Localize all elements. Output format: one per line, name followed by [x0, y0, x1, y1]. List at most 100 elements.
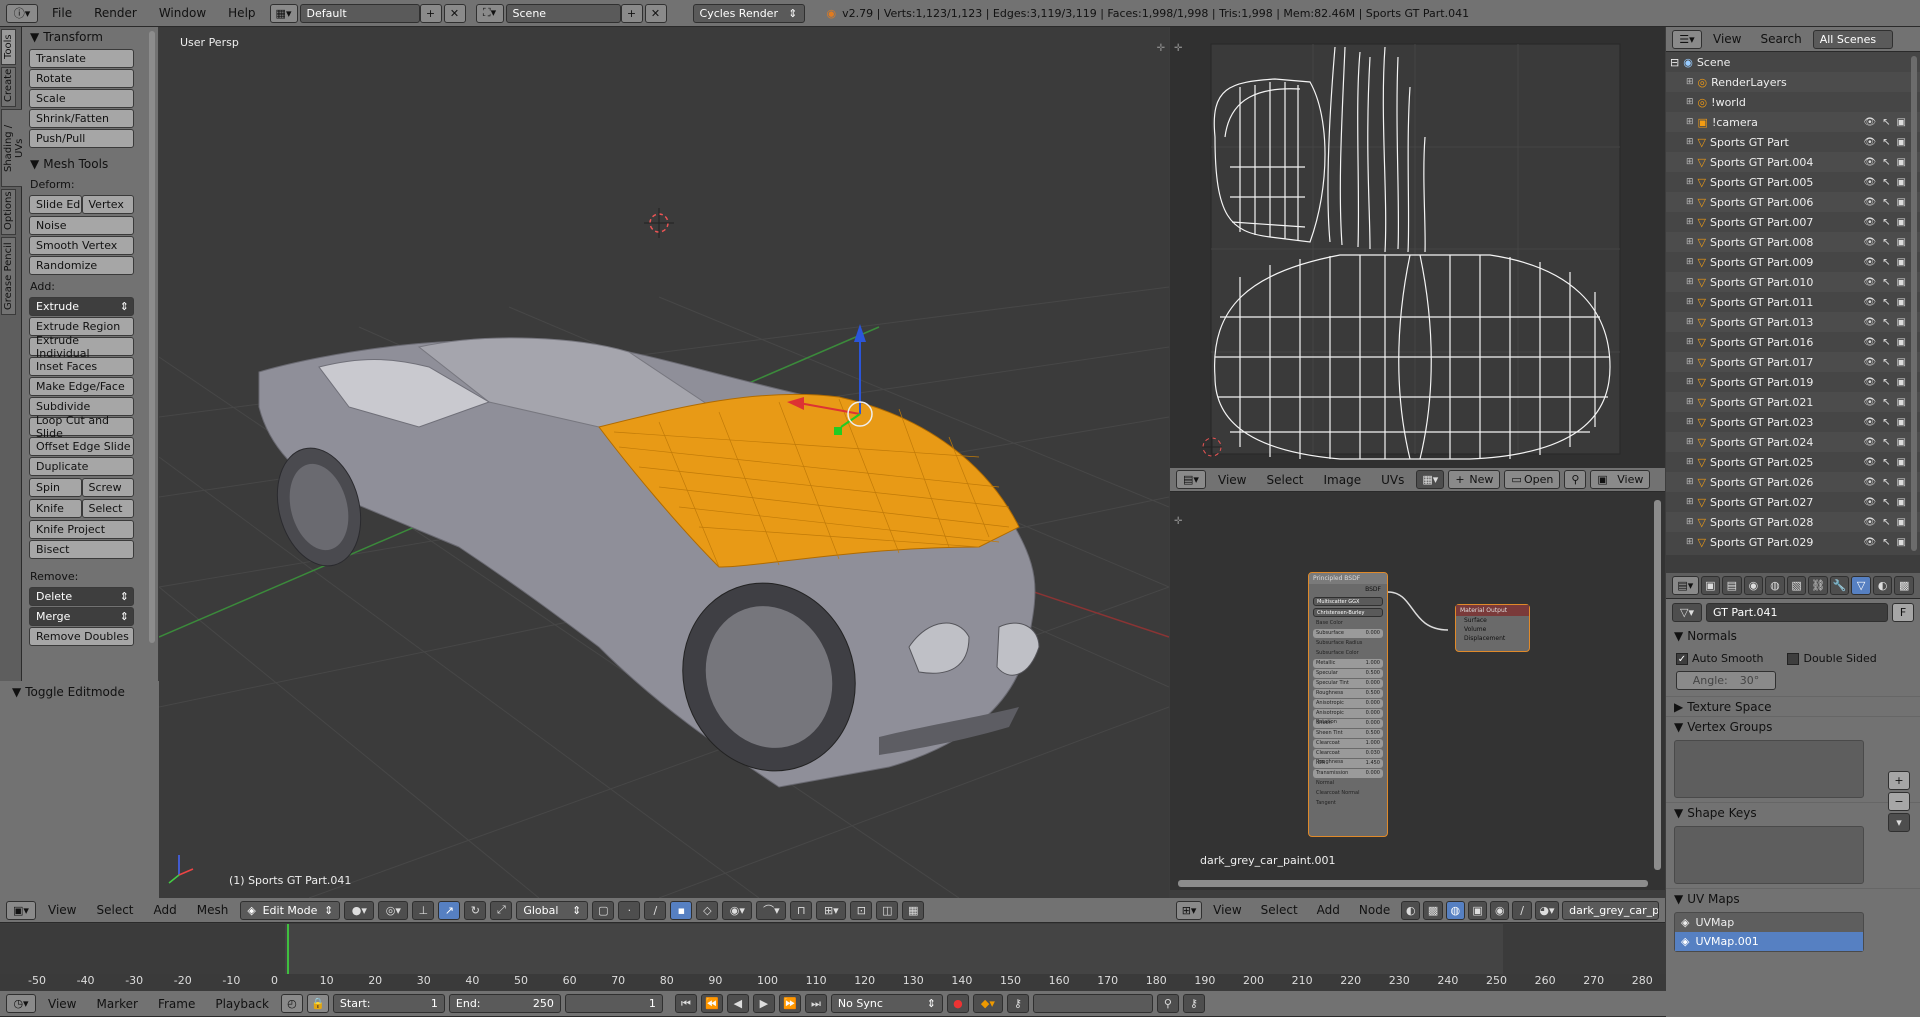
shading-mode-icon[interactable]: ●▾ — [344, 900, 375, 920]
renderable-camera-icon[interactable]: ▣ — [1897, 217, 1906, 228]
timeline-menu-marker[interactable]: Marker — [88, 997, 145, 1011]
expand-icon[interactable]: ⊞ — [1686, 397, 1694, 407]
expand-icon[interactable]: ⊞ — [1686, 297, 1694, 307]
mesh-data-icon[interactable]: ▽▾ — [1672, 603, 1702, 622]
push-pull-button[interactable]: Push/Pull — [29, 129, 134, 148]
visibility-eye-icon[interactable]: 👁 — [1863, 137, 1876, 148]
timeline-menu-view[interactable]: View — [40, 997, 84, 1011]
scene-tab-icon[interactable]: ◉ — [1743, 576, 1764, 595]
vertex-group-remove-icon[interactable]: − — [1888, 792, 1910, 811]
visibility-eye-icon[interactable]: 👁 — [1863, 457, 1876, 468]
selectable-arrow-icon[interactable]: ↖ — [1882, 177, 1890, 188]
key-insert-icon[interactable]: ⚲ — [1156, 994, 1179, 1013]
principled-field-row[interactable]: Clearcoat 1.000 — [1313, 739, 1383, 748]
selectable-arrow-icon[interactable]: ↖ — [1882, 437, 1890, 448]
principled-field-row[interactable]: Specular 0.500 — [1313, 669, 1383, 678]
mode-select[interactable]: ◈ Edit Mode ⇕ — [240, 900, 341, 920]
smooth-angle-field[interactable]: Angle: 30° — [1676, 671, 1776, 690]
render-engine-select[interactable]: Cycles Render ⇕ — [692, 3, 805, 23]
visibility-eye-icon[interactable]: 👁 — [1863, 257, 1876, 268]
double-sided-checkbox[interactable]: Double Sided — [1787, 652, 1877, 665]
loop-cut-button[interactable]: Loop Cut and Slide — [29, 414, 134, 440]
uv-image-editor[interactable]: ✛ — [1170, 27, 1665, 468]
principled-field-row[interactable]: Sheen 0.000 — [1313, 719, 1383, 728]
selectable-arrow-icon[interactable]: ↖ — [1882, 217, 1890, 228]
render-layers-tab-icon[interactable]: ▤ — [1722, 576, 1742, 595]
node-corner-plus-icon[interactable]: ✛ — [1174, 516, 1182, 527]
image-open-button[interactable]: ▭ Open — [1504, 470, 1561, 489]
remove-doubles-button[interactable]: Remove Doubles — [29, 627, 134, 646]
node-editor-type-icon[interactable]: ⊞▾ — [1176, 900, 1203, 920]
renderable-camera-icon[interactable]: ▣ — [1897, 317, 1906, 328]
play-reverse-icon[interactable]: ◀ — [726, 994, 749, 1013]
node-menu-node[interactable]: Node — [1351, 903, 1398, 917]
renderable-camera-icon[interactable]: ▣ — [1897, 457, 1906, 468]
object-shader-icon[interactable]: ▣ — [1467, 900, 1488, 920]
editor-type-cube-icon[interactable]: ▣▾ — [6, 900, 36, 920]
layer-icon[interactable]: ▢ — [592, 900, 615, 920]
timeline-menu-playback[interactable]: Playback — [207, 997, 277, 1011]
knife-button[interactable]: Knife — [29, 499, 82, 518]
remove-scene-icon[interactable]: ✕ — [644, 3, 667, 23]
selectable-arrow-icon[interactable]: ↖ — [1882, 457, 1890, 468]
selectable-arrow-icon[interactable]: ↖ — [1882, 357, 1890, 368]
outliner-scrollbar[interactable] — [1911, 56, 1917, 551]
proportional-edit-icon[interactable]: ◉▾ — [722, 900, 753, 920]
modifiers-tab-icon[interactable]: 🔧 — [1829, 576, 1850, 595]
merge-dropdown[interactable]: Merge ⇕ — [29, 607, 134, 626]
visibility-eye-icon[interactable]: 👁 — [1863, 117, 1876, 128]
snap-target-icon[interactable]: ⊡ — [850, 900, 873, 920]
auto-keying-icon[interactable]: ● — [946, 994, 969, 1013]
selectable-arrow-icon[interactable]: ↖ — [1882, 257, 1890, 268]
outliner-item[interactable]: ⊞ ▽ Sports GT Part.007 👁 ↖ ▣ — [1666, 212, 1920, 232]
visibility-eye-icon[interactable]: 👁 — [1863, 397, 1876, 408]
renderable-camera-icon[interactable]: ▣ — [1897, 297, 1906, 308]
randomize-button[interactable]: Randomize — [29, 256, 134, 275]
shader-nodes-icon[interactable]: ◐ — [1401, 900, 1421, 920]
renderable-camera-icon[interactable]: ▣ — [1897, 337, 1906, 348]
selectable-arrow-icon[interactable]: ↖ — [1882, 237, 1890, 248]
principled-sss-select[interactable]: Christensen-Burley — [1313, 608, 1383, 617]
insert-keyframe-icon[interactable]: ⚷ — [1006, 994, 1029, 1013]
layout-select[interactable]: Default — [299, 3, 420, 23]
principled-field-row[interactable]: Subsurface 0.000 — [1313, 629, 1383, 638]
translate-manipulator-icon[interactable]: ↗ — [438, 900, 461, 920]
outliner-item[interactable]: ⊞ ▽ Sports GT Part.006 👁 ↖ ▣ — [1666, 192, 1920, 212]
principled-distribution-select[interactable]: Multiscatter GGX — [1313, 597, 1383, 606]
selectable-arrow-icon[interactable]: ↖ — [1882, 497, 1890, 508]
outliner-item[interactable]: ⊞ ▽ Sports GT Part.017 👁 ↖ ▣ — [1666, 352, 1920, 372]
node-menu-view[interactable]: View — [1205, 903, 1249, 917]
expand-icon[interactable]: ⊞ — [1686, 517, 1694, 527]
normals-panel-header[interactable]: ▼ Normals — [1666, 626, 1920, 646]
view3d-menu-add[interactable]: Add — [146, 903, 185, 917]
selectable-arrow-icon[interactable]: ↖ — [1882, 317, 1890, 328]
renderable-camera-icon[interactable]: ▣ — [1897, 277, 1906, 288]
outliner-item[interactable]: ⊞ ▽ Sports GT Part 👁 ↖ ▣ — [1666, 132, 1920, 152]
transform-panel-header[interactable]: ▼ Transform — [22, 27, 158, 47]
outliner-item[interactable]: ⊞ ▽ Sports GT Part.016 👁 ↖ ▣ — [1666, 332, 1920, 352]
renderable-camera-icon[interactable]: ▣ — [1897, 377, 1906, 388]
outliner-scope-select[interactable]: All Scenes — [1812, 29, 1893, 49]
pin-image-icon[interactable]: ⚲ — [1564, 470, 1587, 489]
3d-viewport[interactable]: User Persp (1) Sports GT Part.041 ✛ — [159, 27, 1169, 898]
menu-render[interactable]: Render — [86, 6, 145, 20]
falloff-icon[interactable]: ⌒▾ — [756, 900, 787, 920]
outliner-item[interactable]: ⊞ ▣ !camera 👁 ↖ ▣ — [1666, 112, 1920, 132]
menu-file[interactable]: File — [44, 6, 80, 20]
principled-field-row[interactable]: Subsurface Color — [1313, 649, 1383, 658]
visibility-eye-icon[interactable]: 👁 — [1863, 277, 1876, 288]
selectable-arrow-icon[interactable]: ↖ — [1882, 297, 1890, 308]
renderable-camera-icon[interactable]: ▣ — [1897, 257, 1906, 268]
visibility-eye-icon[interactable]: 👁 — [1863, 477, 1876, 488]
outliner-item[interactable]: ⊞ ▽ Sports GT Part.027 👁 ↖ ▣ — [1666, 492, 1920, 512]
outliner-item[interactable]: ⊞ ▽ Sports GT Part.026 👁 ↖ ▣ — [1666, 472, 1920, 492]
add-scene-icon[interactable]: + — [620, 3, 643, 23]
outliner-menu-view[interactable]: View — [1705, 32, 1749, 46]
shelf-scrollbar[interactable] — [149, 31, 155, 643]
bisect-button[interactable]: Bisect — [29, 540, 134, 559]
material-output-node[interactable]: Material Output Surface Volume Displacem… — [1455, 604, 1530, 652]
outliner-item[interactable]: ⊞ ▽ Sports GT Part.004 👁 ↖ ▣ — [1666, 152, 1920, 172]
smooth-vertex-button[interactable]: Smooth Vertex — [29, 236, 134, 255]
image-editor-type-icon[interactable]: ▤▾ — [1176, 470, 1206, 489]
outliner-scene-row[interactable]: ⊟ ◉ Scene — [1666, 52, 1920, 72]
